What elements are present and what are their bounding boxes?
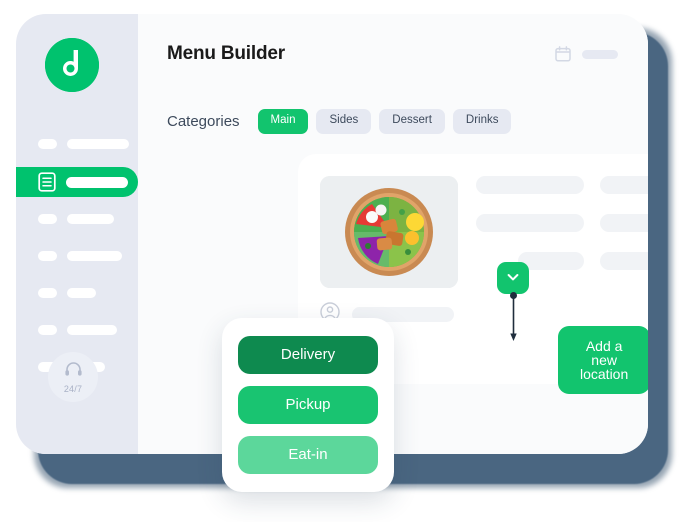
placeholder-row — [476, 214, 648, 232]
categories-label: Categories — [167, 112, 240, 130]
sidebar-item-6[interactable] — [16, 316, 138, 344]
tab-sides[interactable]: Sides — [316, 109, 372, 134]
topbar: Menu Builder — [138, 14, 648, 88]
support-badge[interactable]: 24/7 — [48, 352, 98, 402]
sidebar: 24/7 — [16, 14, 138, 454]
sidebar-item-label-placeholder — [67, 325, 117, 335]
sidebar-item-label-placeholder — [67, 139, 129, 149]
topbar-placeholder-bar — [582, 49, 618, 59]
option-eat-in[interactable]: Eat-in — [238, 436, 378, 474]
food-image — [320, 176, 458, 288]
add-location-button[interactable]: Add a new location — [558, 326, 648, 394]
placeholder-bar — [476, 176, 584, 194]
placeholder-bar — [600, 252, 648, 270]
sidebar-item-icon-placeholder — [38, 288, 57, 298]
placeholder-bar — [600, 176, 648, 194]
sidebar-item-4[interactable] — [16, 242, 138, 270]
categories-row: Categories Main Sides Dessert Drinks — [167, 109, 519, 134]
page-title: Menu Builder — [167, 43, 285, 64]
sidebar-nav — [16, 130, 138, 390]
tab-drinks[interactable]: Drinks — [452, 109, 512, 134]
support-label: 24/7 — [63, 383, 83, 394]
option-pickup[interactable]: Pickup — [238, 386, 378, 424]
sidebar-item-icon-placeholder — [38, 251, 57, 261]
placeholder-bar — [476, 214, 584, 232]
topbar-right — [555, 46, 618, 62]
sidebar-item-5[interactable] — [16, 279, 138, 307]
expand-toggle-button[interactable] — [497, 262, 529, 294]
connector-arrow-icon — [510, 292, 517, 342]
document-list-icon — [38, 172, 56, 192]
sidebar-item-icon-placeholder — [38, 139, 57, 149]
option-delivery[interactable]: Delivery — [238, 336, 378, 374]
sidebar-item-label-placeholder — [66, 176, 128, 188]
sidebar-item-label-placeholder — [67, 251, 122, 261]
tab-main[interactable]: Main — [257, 109, 309, 134]
sidebar-item-1[interactable] — [16, 130, 138, 158]
sidebar-item-icon-placeholder — [38, 325, 57, 335]
chevron-down-icon — [505, 269, 521, 288]
placeholder-row — [476, 176, 648, 194]
calendar-icon[interactable] — [555, 46, 571, 62]
music-note-logo-icon — [45, 38, 99, 92]
screenshot-stage: 24/7 Menu Builder Categories Main Sides … — [0, 0, 700, 522]
sidebar-item-icon-placeholder — [38, 214, 57, 224]
order-type-popup: Delivery Pickup Eat-in — [222, 318, 394, 492]
sidebar-item-3[interactable] — [16, 205, 138, 233]
headset-icon — [64, 361, 83, 383]
sidebar-item-label-placeholder — [67, 214, 114, 224]
sidebar-item-label-placeholder — [67, 288, 96, 298]
placeholder-bar — [600, 214, 648, 232]
app-logo[interactable] — [45, 38, 99, 92]
tab-dessert[interactable]: Dessert — [379, 109, 445, 134]
sidebar-item-menu[interactable] — [16, 167, 138, 197]
